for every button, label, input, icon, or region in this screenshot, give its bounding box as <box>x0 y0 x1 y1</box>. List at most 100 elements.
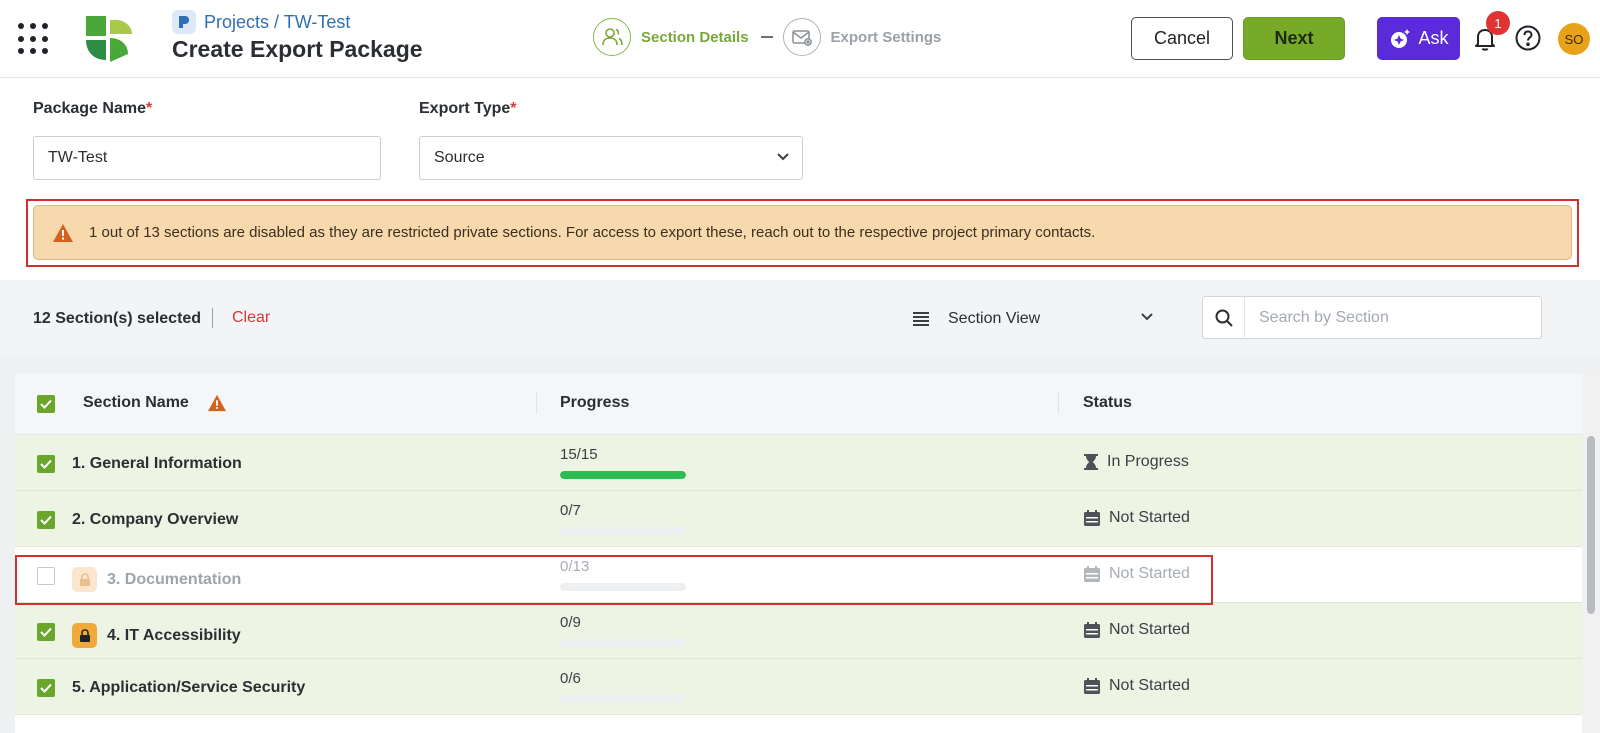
table-row[interactable]: 5. Application/Service Security 0/6 Not … <box>15 659 1582 715</box>
progress-text: 0/6 <box>560 670 581 687</box>
step-export-settings[interactable]: Export Settings <box>831 29 942 46</box>
breadcrumb: Projects / TW-Test <box>172 10 350 34</box>
row-checkbox[interactable] <box>37 623 55 641</box>
table-row[interactable]: 4. IT Accessibility 0/9 Not Started <box>15 603 1582 659</box>
table-row[interactable]: 1. General Information 15/15 In Progress <box>15 435 1582 491</box>
help-icon[interactable] <box>1514 24 1542 52</box>
calendar-icon <box>1084 566 1100 582</box>
column-divider <box>1058 392 1059 414</box>
scrollbar-thumb[interactable] <box>1587 436 1595 614</box>
lock-icon <box>72 623 97 648</box>
progress-bar <box>560 639 686 647</box>
section-name: 3. Documentation <box>107 570 242 588</box>
section-filter-bar: 12 Section(s) selected Clear Section Vie… <box>0 280 1600 357</box>
ask-button-label: Ask <box>1418 28 1449 48</box>
lock-icon <box>72 567 97 592</box>
progress-text: 0/13 <box>560 558 590 575</box>
section-name: 2. Company Overview <box>72 511 239 528</box>
section-view-label: Section View <box>948 310 1041 327</box>
step-section-details[interactable]: Section Details <box>641 29 749 46</box>
search-input[interactable] <box>1245 308 1535 327</box>
package-name-label: Package Name* <box>33 100 153 117</box>
step-divider <box>760 36 773 38</box>
row-checkbox <box>37 567 55 585</box>
sections-table: Section Name Progress Status 1. General … <box>15 374 1582 733</box>
row-checkbox[interactable] <box>37 679 55 697</box>
clear-selection-link[interactable]: Clear <box>232 309 270 327</box>
status-text: Not Started <box>1109 509 1190 526</box>
section-name: 1. General Information <box>72 455 242 472</box>
table-row[interactable]: 2. Company Overview 0/7 Not Started <box>15 491 1582 547</box>
progress-text: 0/7 <box>560 502 581 519</box>
progress-bar-fill <box>560 471 686 479</box>
export-settings-step-icon[interactable] <box>782 18 821 56</box>
project-icon <box>172 10 196 34</box>
company-logo <box>86 16 132 62</box>
next-button[interactable]: Next <box>1243 17 1345 60</box>
app-launcher-icon[interactable] <box>18 23 50 55</box>
checkmark-icon <box>40 515 52 525</box>
row-checkbox[interactable] <box>37 511 55 529</box>
status-cell: Not Started <box>1083 565 1190 583</box>
column-header-progress[interactable]: Progress <box>560 394 629 412</box>
restricted-sections-alert: 1 out of 13 sections are disabled as the… <box>33 205 1572 260</box>
checkmark-icon <box>40 399 52 409</box>
breadcrumb-link[interactable]: Projects / TW-Test <box>204 12 350 33</box>
cancel-button[interactable]: Cancel <box>1131 17 1233 60</box>
status-cell: Not Started <box>1083 509 1190 527</box>
export-type-label: Export Type* <box>419 100 517 117</box>
progress-text: 15/15 <box>560 446 598 463</box>
progress-bar <box>560 471 686 479</box>
section-search[interactable] <box>1202 296 1542 339</box>
ask-button[interactable]: Ask <box>1377 17 1460 60</box>
progress-bar <box>560 695 686 703</box>
column-header-status[interactable]: Status <box>1083 394 1132 412</box>
status-cell: In Progress <box>1083 453 1189 471</box>
selected-count: 12 Section(s) selected <box>33 310 202 327</box>
progress-bar <box>560 527 686 535</box>
alert-text: 1 out of 13 sections are disabled as the… <box>89 224 1096 241</box>
status-cell: Not Started <box>1083 621 1190 639</box>
section-name-wrapper: 4. IT Accessibility <box>72 623 241 648</box>
status-text: Not Started <box>1109 677 1190 694</box>
sections-table-area: Section Name Progress Status 1. General … <box>0 357 1600 733</box>
section-name: 4. IT Accessibility <box>107 626 241 644</box>
export-type-select[interactable]: Source <box>419 136 803 180</box>
table-scrollbar[interactable] <box>1582 374 1600 733</box>
progress-bar <box>560 583 686 591</box>
column-header-label: Section Name <box>83 394 189 411</box>
chevron-down-icon <box>1141 313 1153 321</box>
section-details-step-icon[interactable] <box>593 18 631 56</box>
export-type-value: Source <box>434 149 485 166</box>
section-name-wrapper: 3. Documentation <box>72 567 241 592</box>
status-text: Not Started <box>1109 565 1190 582</box>
calendar-icon <box>1084 510 1100 526</box>
top-header: Projects / TW-Test Create Export Package… <box>0 0 1600 78</box>
section-view-dropdown[interactable]: Section View <box>912 302 1172 336</box>
ai-sparkle-icon <box>1391 28 1411 48</box>
calendar-icon <box>1084 622 1100 638</box>
page-title: Create Export Package <box>172 36 423 62</box>
status-text: In Progress <box>1107 453 1189 470</box>
row-checkbox[interactable] <box>37 455 55 473</box>
chevron-down-icon <box>777 153 789 161</box>
warning-icon <box>53 223 73 242</box>
column-divider <box>536 392 537 414</box>
table-header: Section Name Progress Status <box>15 374 1582 435</box>
warning-icon <box>207 394 226 412</box>
checkmark-icon <box>40 459 52 469</box>
package-name-input[interactable]: TW-Test <box>33 136 381 180</box>
section-name: 5. Application/Service Security <box>72 679 306 696</box>
column-header-section-name[interactable]: Section Name <box>83 394 227 412</box>
progress-text: 0/9 <box>560 614 581 631</box>
hourglass-icon <box>1084 454 1098 470</box>
checkmark-icon <box>40 627 52 637</box>
status-text: Not Started <box>1109 621 1190 638</box>
select-all-checkbox[interactable] <box>37 395 55 413</box>
notification-badge: 1 <box>1486 11 1510 35</box>
table-row-disabled: 3. Documentation 0/13 Not Started <box>15 547 1582 603</box>
status-cell: Not Started <box>1083 677 1190 695</box>
list-icon <box>913 312 929 326</box>
user-avatar[interactable]: SO <box>1558 23 1590 55</box>
checkmark-icon <box>40 683 52 693</box>
